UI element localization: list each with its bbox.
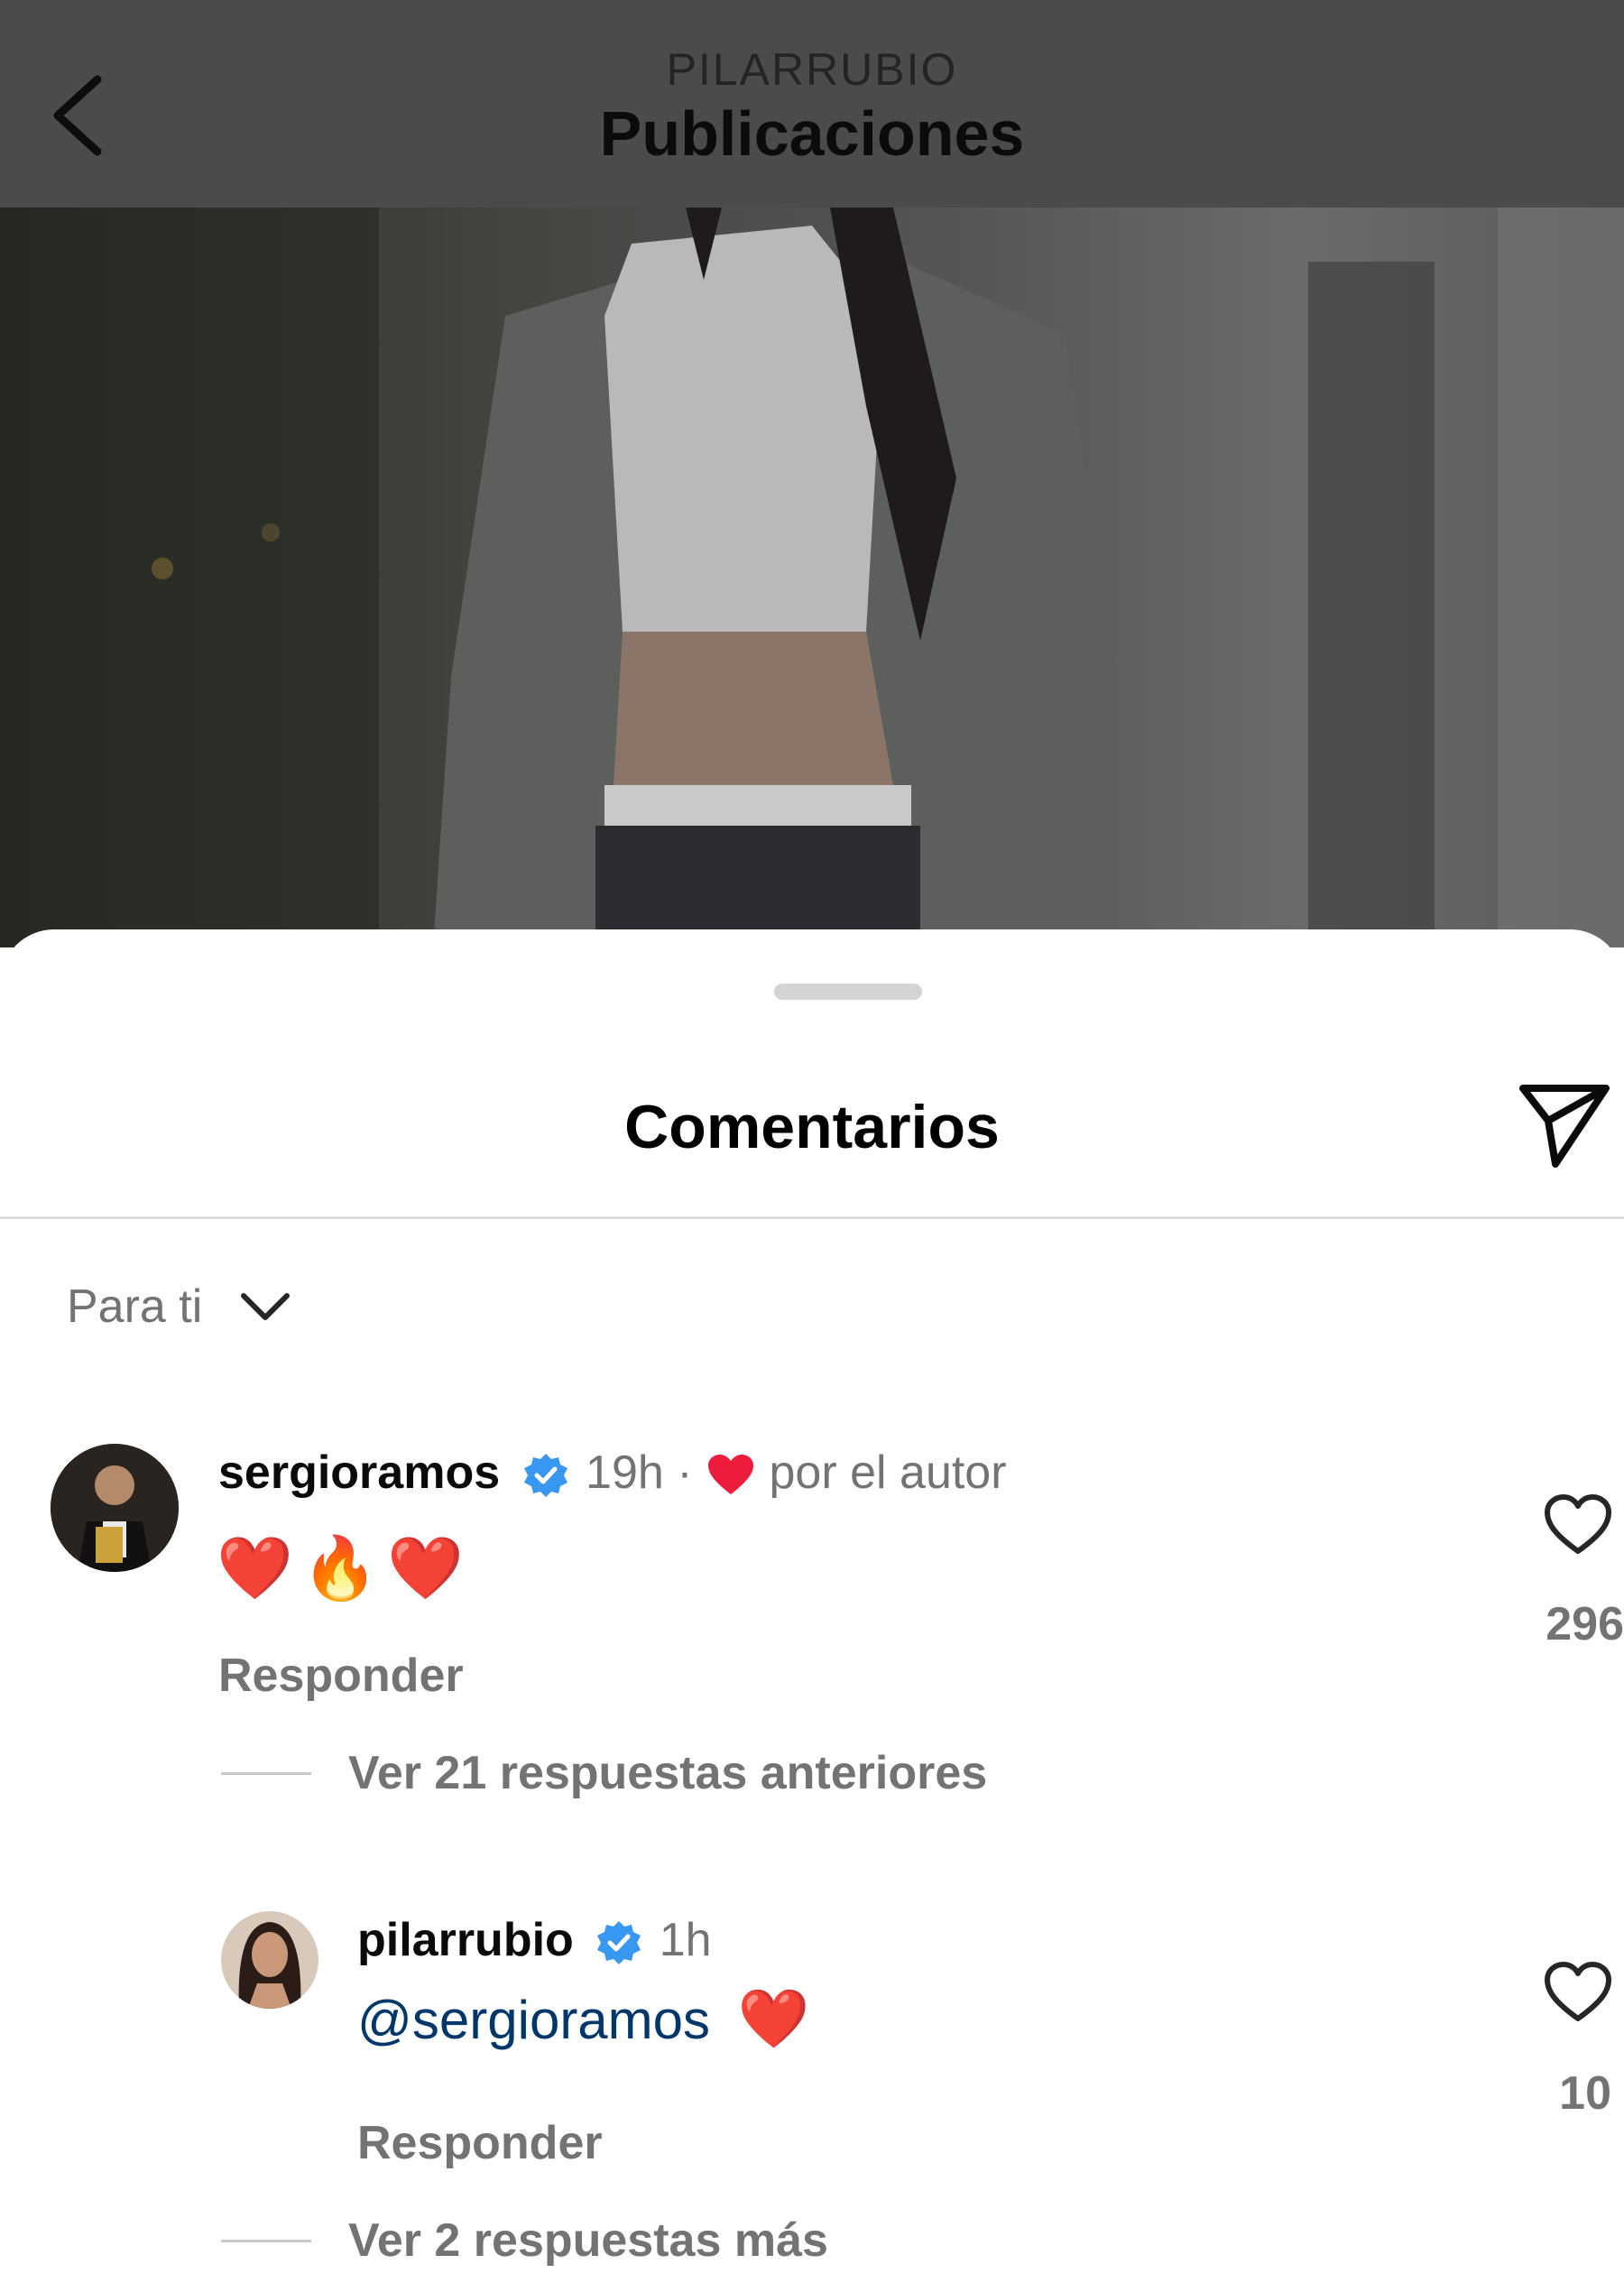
heart-icon xyxy=(708,1455,754,1495)
drag-handle[interactable] xyxy=(774,984,922,1000)
post-photo xyxy=(0,208,1624,947)
verified-icon xyxy=(597,1921,641,1965)
chevron-down-icon xyxy=(241,1293,291,1320)
replies-line xyxy=(221,2240,311,2242)
sheet-title: Comentarios xyxy=(624,1093,1000,1161)
mention-link[interactable]: @sergioramos xyxy=(357,1990,710,2050)
view-replies-button[interactable]: Ver 21 respuestas anteriores xyxy=(348,1746,987,1800)
avatar[interactable] xyxy=(221,1911,318,2009)
comment-username[interactable]: pilarrubio xyxy=(357,1914,574,1966)
share-icon[interactable] xyxy=(1516,1076,1613,1173)
replies-line xyxy=(221,1772,311,1775)
page-title: Publicaciones xyxy=(599,98,1025,169)
comment-text: ❤️ xyxy=(737,1986,810,2051)
like-count: 296 xyxy=(1546,1598,1624,1650)
like-icon[interactable] xyxy=(1543,1493,1613,1557)
account-name: PILARRUBIO xyxy=(666,44,958,95)
verified-icon xyxy=(523,1454,567,1498)
comment-text: ❤️🔥❤️ xyxy=(217,1534,474,1603)
post-photo-drawing xyxy=(0,208,1624,947)
comment-username[interactable]: sergioramos xyxy=(218,1446,500,1499)
comment-header: pilarrubio 1h xyxy=(357,1913,712,1967)
avatar[interactable] xyxy=(51,1444,179,1572)
comment-header: sergioramos 19h · por el autor xyxy=(218,1446,1007,1500)
comment-time: 1h xyxy=(659,1914,712,1966)
reply-button[interactable]: Responder xyxy=(357,2116,603,2170)
filter-label: Para ti xyxy=(67,1280,203,1333)
top-header: PILARRUBIO Publicaciones xyxy=(0,0,1624,208)
avatar-image xyxy=(221,1911,318,2009)
comment-text-row: @sergioramos ❤️ xyxy=(357,1985,809,2053)
reply-button[interactable]: Responder xyxy=(218,1649,464,1703)
avatar-image xyxy=(51,1444,179,1572)
comments-sheet: Comentarios Para ti sergioramos 19h · po… xyxy=(0,929,1624,2292)
liked-by-author: por el autor xyxy=(769,1446,1007,1499)
divider xyxy=(0,1216,1624,1219)
meta-separator: · xyxy=(677,1446,693,1499)
view-more-replies-button[interactable]: Ver 2 respuestas más xyxy=(348,2213,828,2268)
like-icon[interactable] xyxy=(1543,1961,1613,2024)
sort-filter[interactable]: Para ti xyxy=(67,1271,292,1343)
comment-time: 19h xyxy=(586,1446,664,1499)
like-count: 10 xyxy=(1559,2067,1611,2120)
